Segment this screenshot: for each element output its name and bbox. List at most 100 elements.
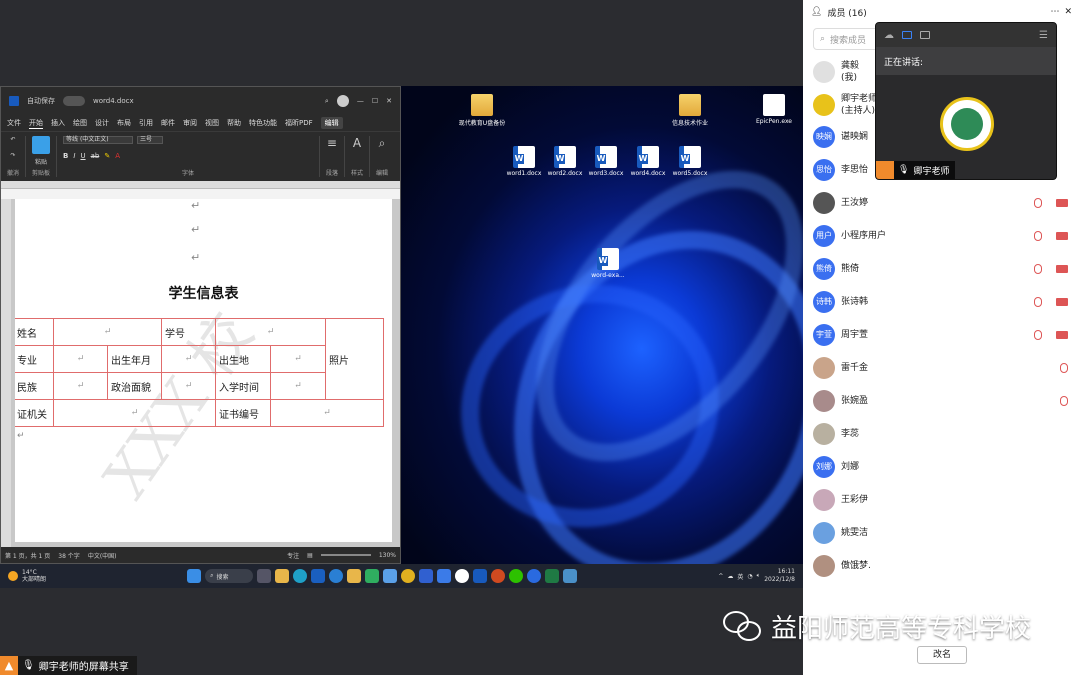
menu-review[interactable]: 审阅 (183, 118, 197, 128)
k-app-icon[interactable] (437, 569, 452, 583)
wifi-icon[interactable]: ◔ (747, 573, 752, 580)
table-cell[interactable]: ↵ (161, 372, 216, 400)
member-item[interactable]: 李蕊 (813, 423, 1068, 445)
desktop-icon-folder[interactable]: 现代教育U盘备份 (452, 94, 512, 127)
autosave-toggle[interactable] (63, 96, 85, 106)
layout-list-icon[interactable] (920, 31, 930, 39)
member-item[interactable]: 王汝婷 (813, 192, 1068, 214)
print-layout-icon[interactable]: ▤ (307, 552, 313, 559)
table-cell[interactable]: 专业 (15, 345, 54, 373)
member-item[interactable]: 傲饿梦. (813, 555, 1068, 577)
edge-icon[interactable] (293, 569, 308, 583)
file-explorer-icon[interactable] (275, 569, 290, 583)
strikethrough-button[interactable]: ab (91, 152, 100, 160)
tencent-meeting-icon[interactable] (527, 569, 542, 583)
menu-features[interactable]: 特色功能 (249, 118, 277, 128)
menu-layout[interactable]: 布局 (117, 118, 131, 128)
ime-label[interactable]: 英 (737, 572, 743, 581)
table-cell[interactable]: ↵ (53, 345, 108, 373)
zoom-slider[interactable] (320, 554, 371, 556)
word-icon[interactable] (473, 569, 488, 583)
table-cell[interactable]: 学号 (161, 318, 216, 346)
member-item[interactable]: 用户 小程序用户 (813, 225, 1068, 247)
table-cell[interactable]: 姓名 (15, 318, 54, 346)
table-cell[interactable]: ↵ (53, 318, 162, 346)
table-cell[interactable]: ↵ (161, 345, 216, 373)
undo-icon[interactable]: ↶ (10, 136, 15, 143)
weather-icon[interactable] (8, 571, 18, 581)
table-cell[interactable]: 证书编号 (215, 399, 271, 427)
desktop-icon-word[interactable]: word-exa... (578, 248, 638, 279)
menu-insert[interactable]: 插入 (51, 118, 65, 128)
highlight-button[interactable]: ✎ (104, 152, 110, 160)
edit-mode-button[interactable]: 编辑 (320, 117, 343, 129)
desktop-icon-word[interactable]: word5.docx (660, 146, 720, 177)
collapse-icon[interactable]: ☰ (1039, 30, 1048, 41)
table-cell[interactable]: 出生年月 (107, 345, 162, 373)
search-icon[interactable]: ⌕ (325, 97, 329, 106)
italic-button[interactable]: I (73, 152, 75, 160)
table-cell[interactable]: 出生地 (215, 345, 271, 373)
more-icon[interactable]: ⋯ (1050, 7, 1059, 17)
table-cell[interactable]: 证机关 (15, 399, 54, 427)
close-icon[interactable]: ✕ (386, 97, 392, 105)
rename-button[interactable]: 改名 (917, 646, 967, 664)
find-icon[interactable]: ⌕ (379, 136, 386, 151)
table-cell[interactable]: ↵ (270, 399, 384, 427)
layout-hide-icon[interactable]: ☁ (884, 30, 894, 41)
member-item[interactable]: 雷千金 (813, 357, 1068, 379)
table-cell[interactable]: ↵ (270, 345, 326, 373)
member-item[interactable]: 王彩伊 (813, 489, 1068, 511)
app-tablet-icon[interactable] (563, 569, 578, 583)
table-cell[interactable]: 民族 (15, 372, 54, 400)
member-item[interactable]: 姚雯洁 (813, 522, 1068, 544)
focus-button[interactable]: 专注 (287, 551, 299, 560)
start-icon[interactable] (187, 569, 202, 583)
folder-icon[interactable] (347, 569, 362, 583)
menu-help[interactable]: 帮助 (227, 118, 241, 128)
bold-button[interactable]: B (63, 152, 68, 160)
menu-view[interactable]: 视图 (205, 118, 219, 128)
menu-design[interactable]: 设计 (95, 118, 109, 128)
desktop-icon-folder[interactable]: 信息技术作业 (660, 94, 720, 127)
table-cell[interactable]: ↵ (53, 399, 216, 427)
table-cell[interactable]: 照片 (325, 318, 384, 400)
paste-icon[interactable] (32, 136, 51, 154)
speaker-video[interactable]: ☁ ☰ 正在讲话: 🎙︎ 卿宇老师 (875, 22, 1057, 180)
minimize-icon[interactable]: — (357, 97, 364, 105)
member-search[interactable]: ⌕ 搜索成员 (813, 28, 883, 50)
close-icon[interactable]: ✕ (1064, 7, 1072, 17)
tray-chevron-icon[interactable]: ^ (718, 573, 723, 580)
table-cell[interactable]: ↵ (270, 372, 326, 400)
menu-mailings[interactable]: 邮件 (161, 118, 175, 128)
font-name-select[interactable]: 等线 (中文正文) (63, 136, 134, 144)
language[interactable]: 中文(中国) (88, 551, 117, 560)
wechat-icon[interactable] (509, 569, 524, 583)
member-item[interactable]: 刘娜 刘娜 (813, 456, 1068, 478)
volume-icon[interactable]: 🔈︎ (757, 572, 761, 580)
excel-icon[interactable] (545, 569, 560, 583)
desktop-icon-epicpen[interactable]: EpicPen.exe (744, 94, 803, 125)
maximize-icon[interactable]: ☐ (372, 97, 378, 105)
underline-button[interactable]: U (80, 152, 85, 160)
word-window[interactable]: 自动保存 word4.docx ⌕ — ☐ ✕ 文件 开始 插入 绘图 设计 布… (0, 86, 401, 564)
styles-icon[interactable]: A (353, 136, 361, 150)
layout-single-icon[interactable] (902, 31, 912, 39)
menu-references[interactable]: 引用 (139, 118, 153, 128)
table-cell[interactable]: 入学时间 (215, 372, 271, 400)
font-size-select[interactable]: 三号 (137, 136, 164, 144)
menu-draw[interactable]: 绘图 (73, 118, 87, 128)
font-color-button[interactable]: A (115, 152, 120, 160)
epicpen-icon[interactable] (455, 569, 470, 583)
photos-icon[interactable] (383, 569, 398, 583)
app-green-icon[interactable] (365, 569, 380, 583)
chrome-icon[interactable] (401, 569, 416, 583)
table-cell[interactable]: ↵ (53, 372, 108, 400)
task-view-icon[interactable] (257, 569, 272, 583)
table-cell[interactable]: 政治面貌 (107, 372, 162, 400)
powerpoint-icon[interactable] (491, 569, 506, 583)
menu-file[interactable]: 文件 (7, 118, 21, 128)
user-avatar[interactable] (336, 95, 349, 107)
menu-home[interactable]: 开始 (29, 118, 43, 129)
member-item[interactable]: 宇萱 周宇萱 (813, 324, 1068, 346)
